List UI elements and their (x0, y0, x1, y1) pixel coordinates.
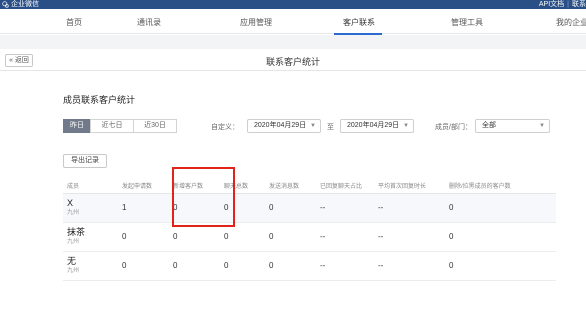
table-cell: 0 (265, 193, 316, 223)
table-cell: 0 (445, 193, 556, 223)
page-background-strip (0, 35, 586, 49)
sub-header: « 返回 联系客户统计 (0, 49, 586, 71)
chevron-down-icon: ▼ (310, 123, 316, 129)
member-cell: X 九州 (63, 193, 118, 223)
member-filter-label: 成员/部门： (435, 124, 472, 131)
brand[interactable]: 企业微信 (2, 0, 39, 9)
start-date-picker[interactable]: 2020年04月29日 ▼ (247, 119, 321, 133)
table-row[interactable]: 无 九州 0 0 0 0 -- -- 0 (63, 251, 556, 281)
chevron-down-icon: ▼ (403, 123, 409, 129)
col-deleted-blocked: 删除/拉黑成员的客户数 (445, 179, 556, 194)
member-org: 九州 (67, 239, 80, 245)
start-date-value: 2020年04月29日 (254, 122, 307, 129)
table-cell: 0 (265, 251, 316, 281)
wecom-logo-icon (2, 1, 9, 8)
tab-yesterday[interactable]: 昨日 (63, 119, 91, 133)
table-cell: 0 (169, 193, 220, 223)
export-button[interactable]: 导出记录 (63, 154, 107, 168)
table-cell: 0 (445, 251, 556, 281)
nav-my-enterprise[interactable]: 我的企业 (556, 17, 586, 28)
col-reply-ratio: 已回复聊天占比 (316, 179, 374, 194)
table-cell: -- (374, 193, 445, 223)
end-date-value: 2020年04月29日 (347, 122, 400, 129)
member-cell: 无 九州 (63, 251, 118, 281)
custom-range-label: 自定义： (211, 124, 239, 131)
member-name: 抹茶 (67, 227, 86, 237)
table-cell: -- (374, 251, 445, 281)
nav-management-tools[interactable]: 管理工具 (451, 17, 483, 28)
brand-name: 企业微信 (11, 1, 39, 8)
table-cell: 0 (169, 251, 220, 281)
table-cell: 1 (118, 193, 169, 223)
table-cell: 0 (118, 251, 169, 281)
member-name: 无 (67, 256, 77, 266)
member-select[interactable]: 全部 ▼ (475, 119, 550, 133)
col-total-chats: 聊天总数 (220, 179, 265, 194)
col-new-customers: 新增客户数 (169, 179, 220, 194)
table-row[interactable]: X 九州 1 0 0 0 -- -- 0 (63, 193, 556, 223)
page-title: 联系客户统计 (265, 57, 320, 67)
table-cell: 0 (169, 222, 220, 252)
table-cell: -- (374, 222, 445, 252)
table-cell: 0 (220, 251, 265, 281)
table-cell: -- (316, 222, 374, 252)
col-messages-sent: 发送消息数 (265, 179, 316, 194)
table-cell: -- (316, 193, 374, 223)
table-cell: 0 (220, 193, 265, 223)
col-avg-first-reply: 平均首次回复时长 (374, 179, 445, 194)
top-bar: 企业微信 API文档 | 联系 (0, 0, 586, 9)
top-links: API文档 | 联系 (539, 0, 586, 9)
member-select-value: 全部 (482, 122, 496, 129)
nav-customer-contact[interactable]: 客户联系 (343, 17, 375, 28)
end-date-picker[interactable]: 2020年04月29日 ▼ (340, 119, 414, 133)
section-title: 成员联系客户统计 (63, 95, 136, 105)
col-member: 成员 (63, 179, 118, 194)
member-stats-table: 成员 发起申请数 新增客户数 聊天总数 发送消息数 已回复聊天占比 平均首次回复… (63, 179, 556, 281)
member-org: 九州 (67, 268, 80, 274)
main-nav: 首页 通讯录 应用管理 客户联系 管理工具 我的企业 (0, 9, 586, 35)
date-range-tabs: 昨日 近七日 近30日 (63, 119, 177, 133)
nav-contacts[interactable]: 通讯录 (137, 17, 161, 28)
tab-last-7-days[interactable]: 近七日 (90, 119, 134, 133)
contact-link[interactable]: 联系 (572, 1, 586, 8)
nav-app-management[interactable]: 应用管理 (240, 17, 272, 28)
member-org: 九州 (67, 210, 80, 216)
nav-home[interactable]: 首页 (66, 17, 82, 28)
table-row[interactable]: 抹茶 九州 0 0 0 0 -- -- 0 (63, 222, 556, 252)
chevron-down-icon: ▼ (539, 123, 545, 129)
col-requests-sent: 发起申请数 (118, 179, 169, 194)
member-name: X (67, 198, 74, 208)
api-docs-link[interactable]: API文档 (539, 1, 564, 8)
top-links-separator: | (567, 1, 569, 8)
table-cell: 0 (265, 222, 316, 252)
member-cell: 抹茶 九州 (63, 222, 118, 252)
table-cell: 0 (118, 222, 169, 252)
table-header-row: 成员 发起申请数 新增客户数 聊天总数 发送消息数 已回复聊天占比 平均首次回复… (63, 179, 556, 194)
table-cell: 0 (220, 222, 265, 252)
date-to-label: 至 (327, 124, 334, 131)
table-cell: 0 (445, 222, 556, 252)
tab-last-30-days[interactable]: 近30日 (133, 119, 177, 133)
table-cell: -- (316, 251, 374, 281)
